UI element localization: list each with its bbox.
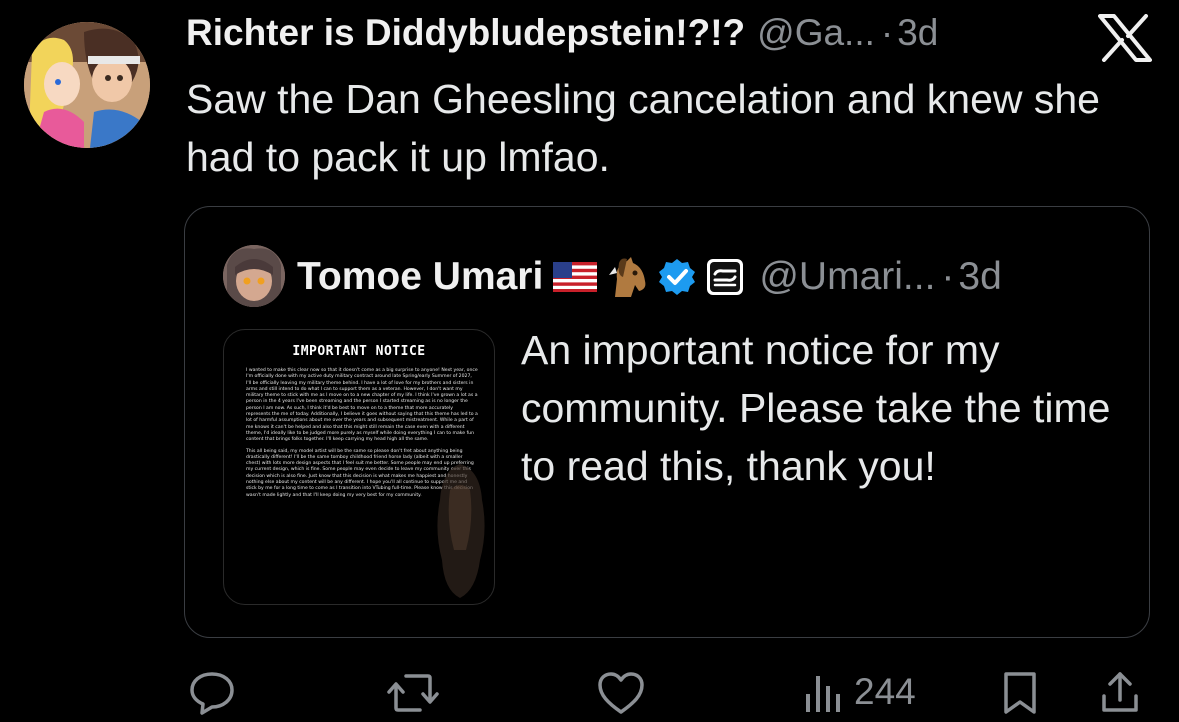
views-button[interactable]: 244 <box>802 670 916 714</box>
views-icon <box>806 676 840 712</box>
author-avatar[interactable] <box>24 22 150 148</box>
quoted-tweet[interactable]: Tomoe Umari @Umari... · 3d IMPORTANT NOT… <box>184 206 1150 638</box>
retweet-button[interactable] <box>386 670 440 716</box>
notice-title: IMPORTANT NOTICE <box>292 344 426 359</box>
affiliate-badge-icon <box>707 259 744 295</box>
separator-dot: · <box>941 255 955 298</box>
author-handle[interactable]: @Ga... <box>757 12 875 54</box>
verified-badge-icon <box>659 259 696 295</box>
bookmark-icon <box>1004 672 1036 714</box>
bookmark-button[interactable] <box>1000 670 1040 716</box>
reply-icon <box>190 672 234 715</box>
quoted-handle[interactable]: @Umari... <box>759 255 935 299</box>
badge-row <box>553 255 745 299</box>
author-display-name[interactable]: Richter is Diddybludepstein!?!? <box>186 12 745 54</box>
separator-dot: · <box>880 12 894 53</box>
tweet-text: Saw the Dan Gheesling cancelation and kn… <box>186 76 1100 180</box>
views-count: 244 <box>854 671 916 712</box>
quoted-display-name[interactable]: Tomoe Umari <box>297 255 543 299</box>
like-button[interactable] <box>596 670 646 716</box>
quoted-timestamp[interactable]: 3d <box>958 255 1001 299</box>
notice-paragraph: I wanted to make this clear now so that … <box>246 368 478 443</box>
horse-emoji <box>609 257 646 297</box>
quoted-tweet-text: An important notice for my community. Pl… <box>521 327 1111 489</box>
action-bar: 244 <box>0 664 1179 722</box>
quoted-tweet-header: Tomoe Umari @Umari... · 3d <box>297 253 1002 301</box>
tweet-header: Richter is Diddybludepstein!?!? @Ga... ·… <box>186 12 938 60</box>
quoted-author-avatar[interactable] <box>223 245 285 307</box>
tweet-timestamp[interactable]: 3d <box>897 12 938 54</box>
reply-button[interactable] <box>188 670 236 716</box>
retweet-icon <box>387 674 439 712</box>
share-icon <box>1102 672 1138 712</box>
notice-image[interactable]: IMPORTANT NOTICE I wanted to make this c… <box>223 329 495 605</box>
character-silhouette-art <box>437 464 485 598</box>
share-button[interactable] <box>1098 670 1142 716</box>
heart-icon <box>598 672 644 714</box>
us-flag-emoji <box>553 262 598 292</box>
x-logo-icon <box>1098 14 1152 62</box>
